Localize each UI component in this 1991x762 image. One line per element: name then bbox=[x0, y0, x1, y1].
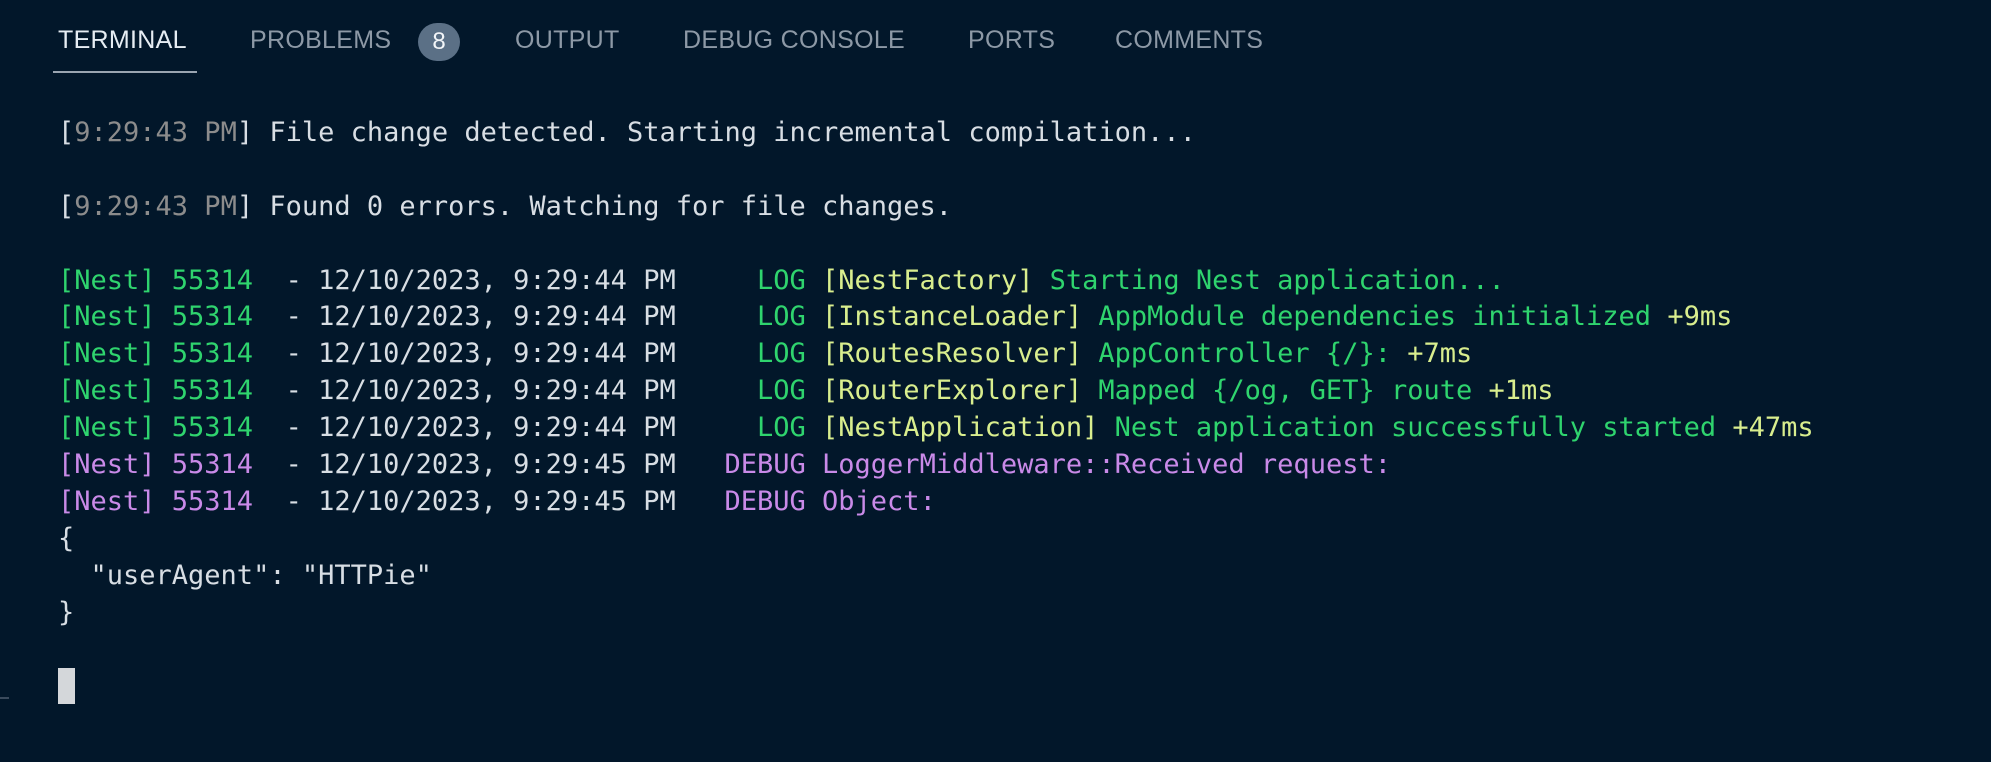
terminal-output[interactable]: [9:29:43 PM] File change detected. Start… bbox=[58, 115, 1814, 631]
terminal-line: [Nest] 55314 - 12/10/2023, 9:29:44 PM LO… bbox=[58, 373, 1814, 410]
tab-ports[interactable]: PORTS bbox=[968, 26, 1055, 58]
terminal-text-segment: +47ms bbox=[1732, 412, 1814, 444]
terminal-text-segment: 9:29:43 PM bbox=[74, 117, 237, 148]
terminal-line: [Nest] 55314 - 12/10/2023, 9:29:44 PM LO… bbox=[58, 263, 1814, 300]
terminal-text-segment: [Nest] 55314 bbox=[58, 264, 286, 296]
terminal-line: [9:29:43 PM] Found 0 errors. Watching fo… bbox=[58, 189, 1814, 226]
terminal-text-segment: LOG bbox=[756, 375, 823, 407]
terminal-text-segment: [Nest] 55314 bbox=[58, 412, 286, 444]
terminal-line: [Nest] 55314 - 12/10/2023, 9:29:44 PM LO… bbox=[58, 299, 1814, 336]
terminal-text-segment: - 12/10/2023, 9:29:45 PM bbox=[285, 485, 725, 517]
terminal-text-segment: AppModule dependencies initialized bbox=[1098, 301, 1668, 333]
panel-edge-marker bbox=[0, 697, 9, 699]
terminal-line: [Nest] 55314 - 12/10/2023, 9:29:45 PM DE… bbox=[58, 484, 1814, 521]
terminal-text-segment: +1ms bbox=[1488, 375, 1554, 407]
terminal-text-segment: LOG bbox=[756, 264, 823, 296]
terminal-text-segment: Nest application successfully started bbox=[1114, 412, 1733, 444]
terminal-text-segment: [Nest] 55314 bbox=[58, 338, 286, 370]
problems-count-badge: 8 bbox=[418, 23, 460, 61]
terminal-text-segment: [Nest] 55314 bbox=[58, 485, 286, 517]
terminal-text-segment: Starting Nest application... bbox=[1049, 264, 1505, 296]
terminal-text-segment: LOG bbox=[756, 301, 823, 333]
terminal-line: [9:29:43 PM] File change detected. Start… bbox=[58, 115, 1814, 152]
terminal-text-segment: [ bbox=[58, 190, 75, 222]
terminal-text-segment: [NestApplication] bbox=[822, 412, 1115, 444]
panel-tab-bar: TERMINAL PROBLEMS 8 OUTPUT DEBUG CONSOLE… bbox=[0, 0, 1991, 76]
terminal-text-segment: DEBUG bbox=[724, 449, 823, 481]
tab-comments[interactable]: COMMENTS bbox=[1115, 26, 1263, 58]
tab-output[interactable]: OUTPUT bbox=[515, 26, 620, 58]
terminal-cursor bbox=[58, 668, 75, 704]
tab-terminal[interactable]: TERMINAL bbox=[58, 26, 187, 58]
terminal-text-segment: - 12/10/2023, 9:29:44 PM bbox=[285, 375, 757, 407]
terminal-text-segment: [Nest] 55314 bbox=[58, 375, 286, 407]
terminal-text-segment: [Nest] 55314 bbox=[58, 449, 286, 481]
tab-problems[interactable]: PROBLEMS bbox=[250, 26, 391, 58]
terminal-text-segment: [RoutesResolver] bbox=[822, 338, 1099, 370]
terminal-text-segment: "userAgent": "HTTPie" bbox=[58, 559, 432, 591]
terminal-text-segment: - 12/10/2023, 9:29:44 PM bbox=[285, 412, 757, 444]
terminal-text-segment: - 12/10/2023, 9:29:44 PM bbox=[285, 264, 757, 296]
terminal-text-segment: +9ms bbox=[1667, 301, 1733, 333]
terminal-text-segment: Mapped {/og, GET} route bbox=[1098, 375, 1489, 407]
terminal-text-segment: } bbox=[58, 596, 75, 628]
terminal-text-segment: AppController {/}: bbox=[1098, 338, 1408, 370]
terminal-text-segment: ] Found 0 errors. Watching for file chan… bbox=[236, 190, 953, 222]
terminal-text-segment: LOG bbox=[756, 338, 823, 370]
terminal-text-segment: LoggerMiddleware::Received request: bbox=[822, 449, 1391, 481]
terminal-text-segment: [RouterExplorer] bbox=[822, 375, 1099, 407]
terminal-text-segment: [Nest] 55314 bbox=[58, 301, 286, 333]
terminal-text-segment: Object: bbox=[822, 485, 936, 517]
terminal-text-segment: +7ms bbox=[1407, 338, 1473, 370]
terminal-text-segment: DEBUG bbox=[724, 485, 823, 517]
terminal-text-segment: - 12/10/2023, 9:29:44 PM bbox=[285, 301, 757, 333]
terminal-text-segment: { bbox=[58, 522, 75, 554]
terminal-line: [Nest] 55314 - 12/10/2023, 9:29:44 PM LO… bbox=[58, 410, 1814, 447]
terminal-line: "userAgent": "HTTPie" bbox=[58, 558, 1814, 595]
terminal-line: } bbox=[58, 595, 1814, 632]
active-tab-indicator bbox=[53, 71, 197, 73]
terminal-text-segment: - 12/10/2023, 9:29:44 PM bbox=[285, 338, 757, 370]
terminal-line: [Nest] 55314 - 12/10/2023, 9:29:44 PM LO… bbox=[58, 336, 1814, 373]
tab-debug-console[interactable]: DEBUG CONSOLE bbox=[683, 26, 905, 58]
terminal-text-segment: 9:29:43 PM bbox=[74, 190, 237, 222]
terminal-text-segment: [ bbox=[58, 117, 75, 148]
terminal-text-segment: ] File change detected. Starting increme… bbox=[236, 117, 1196, 148]
terminal-text-segment: LOG bbox=[756, 412, 823, 444]
terminal-line: [Nest] 55314 - 12/10/2023, 9:29:45 PM DE… bbox=[58, 447, 1814, 484]
terminal-text-segment: [NestFactory] bbox=[822, 264, 1050, 296]
terminal-line: { bbox=[58, 521, 1814, 558]
terminal-text-segment: - 12/10/2023, 9:29:45 PM bbox=[285, 449, 725, 481]
terminal-text-segment: [InstanceLoader] bbox=[822, 301, 1099, 333]
